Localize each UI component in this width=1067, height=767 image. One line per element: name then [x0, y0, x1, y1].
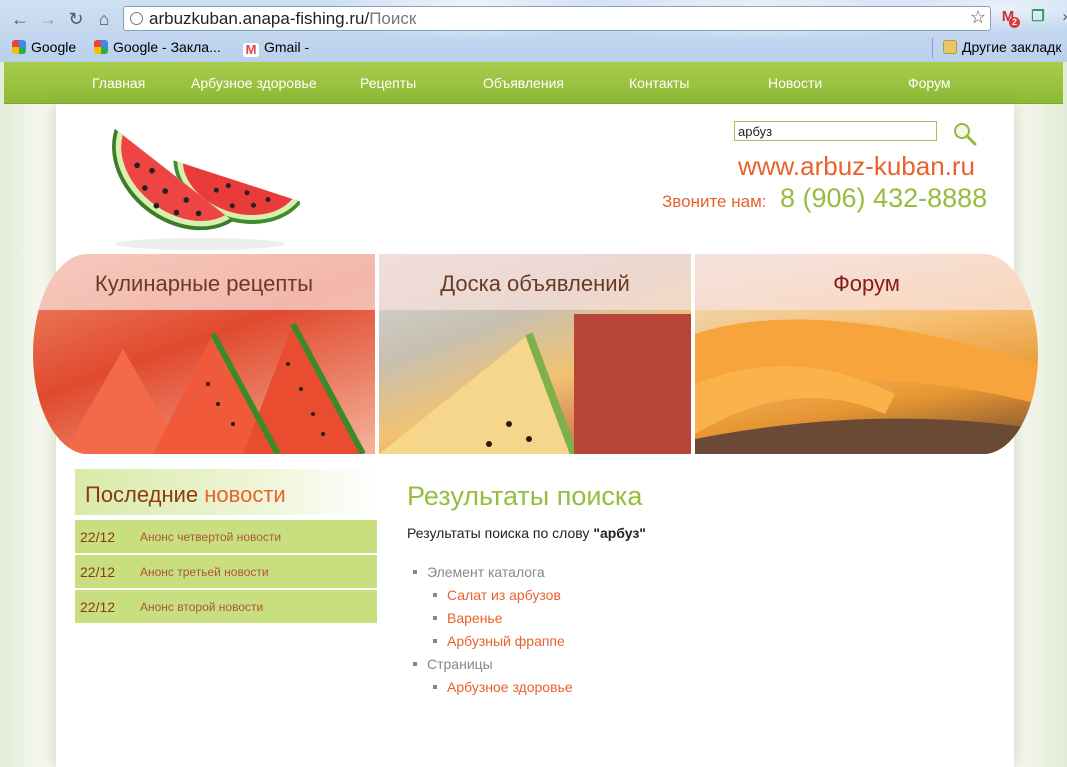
results-subtitle: Результаты поиска по слову "арбуз"	[407, 525, 646, 541]
bookmark-google[interactable]: Google	[12, 39, 76, 55]
result-link[interactable]: Варенье	[433, 610, 503, 626]
site-url: www.arbuz-kuban.ru	[738, 151, 975, 181]
nav-recipes[interactable]: Рецепты	[360, 75, 416, 91]
banner-ads-caption: Доска объявлений	[379, 254, 691, 310]
result-link-text[interactable]: Салат из арбузов	[447, 587, 561, 603]
google-icon	[12, 40, 26, 54]
nav-ads[interactable]: Объявления	[483, 75, 564, 91]
banner-recipes-caption: Кулинарные рецепты	[33, 254, 375, 310]
bookmark-gmail[interactable]: M Gmail -	[243, 39, 309, 57]
result-link-text[interactable]: Варенье	[447, 610, 503, 626]
bookmarks-separator	[932, 38, 933, 58]
news-link[interactable]: Анонс второй новости	[140, 600, 263, 614]
results-title: Результаты поиска	[407, 481, 643, 511]
search-icon[interactable]	[952, 121, 978, 147]
result-link[interactable]: Арбузный фраппе	[433, 633, 565, 649]
bookmark-label: Google - Закла...	[113, 39, 221, 55]
news-link[interactable]: Анонс третьей новости	[140, 565, 269, 579]
result-group-catalog: Элемент каталога	[413, 564, 545, 580]
bullet-icon	[433, 593, 437, 597]
news-item[interactable]: 22/12 Анонс четвертой новости	[75, 520, 377, 553]
result-link[interactable]: Арбузное здоровье	[433, 679, 573, 695]
gmail-extension-icon[interactable]: M2	[998, 8, 1021, 28]
gmail-icon: M	[243, 43, 259, 57]
browser-toolbar: ← → ↻ ⌂ arbuzkuban.anapa-fishing.ru/Поис…	[0, 0, 1067, 62]
banner-forum[interactable]: Форум	[695, 254, 1038, 454]
back-icon[interactable]: ←	[9, 8, 31, 30]
home-icon[interactable]: ⌂	[93, 8, 115, 30]
nav-news[interactable]: Новости	[768, 75, 822, 91]
forward-icon[interactable]: →	[37, 8, 59, 30]
result-link-text[interactable]: Арбузный фраппе	[447, 633, 565, 649]
gmail-badge: 2	[1009, 17, 1021, 28]
google-icon	[94, 40, 108, 54]
watermelon-logo[interactable]	[100, 112, 300, 252]
banner-recipes[interactable]: Кулинарные рецепты	[33, 254, 375, 454]
bullet-icon	[433, 639, 437, 643]
url-host: arbuzkuban.anapa-fishing.ru/	[149, 9, 370, 28]
news-date: 22/12	[80, 599, 116, 615]
result-link-text[interactable]: Арбузное здоровье	[447, 679, 573, 695]
address-url: arbuzkuban.anapa-fishing.ru/Поиск	[149, 9, 416, 29]
result-link[interactable]: Салат из арбузов	[433, 587, 561, 603]
banner-strip: Кулинарные рецепты Доска объявлений Фору…	[33, 254, 1038, 454]
extension-windows-icon[interactable]: ❐	[1028, 8, 1048, 26]
news-date: 22/12	[80, 529, 116, 545]
banner-forum-caption: Форум	[695, 254, 1038, 310]
nav-home[interactable]: Главная	[92, 75, 145, 91]
banner-ads[interactable]: Доска объявлений	[379, 254, 691, 454]
nav-watermelon-health[interactable]: Арбузное здоровье	[191, 75, 317, 91]
result-group-pages: Страницы	[413, 656, 493, 672]
reload-icon[interactable]: ↻	[65, 8, 87, 30]
news-heading-part2: новости	[204, 482, 286, 507]
result-group-label: Элемент каталога	[427, 564, 545, 580]
nav-contacts[interactable]: Контакты	[629, 75, 689, 91]
url-path: Поиск	[369, 9, 417, 28]
page-globe-icon	[130, 12, 143, 25]
bookmark-other-folder[interactable]: Другие закладк	[943, 39, 1061, 55]
search-input[interactable]	[734, 121, 937, 141]
nav-forum[interactable]: Форум	[908, 75, 951, 91]
bookmarks-bar: Google Google - Закла... M Gmail - Другие…	[0, 36, 1067, 60]
news-heading-part1: Последние	[85, 482, 199, 507]
news-heading: Последние новости	[75, 469, 377, 515]
bookmark-label: Google	[31, 39, 77, 55]
bookmark-label: Другие закладк	[962, 39, 1062, 55]
bookmark-google-zakladki[interactable]: Google - Закла...	[94, 39, 221, 55]
main-navigation: Главная Арбузное здоровье Рецепты Объявл…	[4, 62, 1063, 104]
bookmark-label: Gmail -	[264, 39, 310, 55]
news-item[interactable]: 22/12 Анонс второй новости	[75, 590, 377, 623]
news-date: 22/12	[80, 564, 116, 580]
news-item[interactable]: 22/12 Анонс третьей новости	[75, 555, 377, 588]
address-bar[interactable]: arbuzkuban.anapa-fishing.ru/Поиск ☆	[123, 6, 991, 31]
bullet-icon	[413, 662, 417, 666]
phone-number: 8 (906) 432-8888	[780, 183, 988, 213]
news-link[interactable]: Анонс четвертой новости	[140, 530, 281, 544]
folder-icon	[943, 40, 957, 54]
bookmark-star-icon[interactable]: ☆	[970, 7, 986, 28]
bullet-icon	[433, 685, 437, 689]
menu-chevron-icon[interactable]: ›	[1055, 8, 1067, 26]
result-group-label: Страницы	[427, 656, 493, 672]
results-query: "арбуз"	[593, 525, 646, 541]
bullet-icon	[413, 570, 417, 574]
call-label: Звоните нам:	[662, 192, 767, 211]
results-subtitle-text: Результаты поиска по слову	[407, 525, 590, 541]
bullet-icon	[433, 616, 437, 620]
news-heading-text: Последние новости	[85, 482, 286, 508]
